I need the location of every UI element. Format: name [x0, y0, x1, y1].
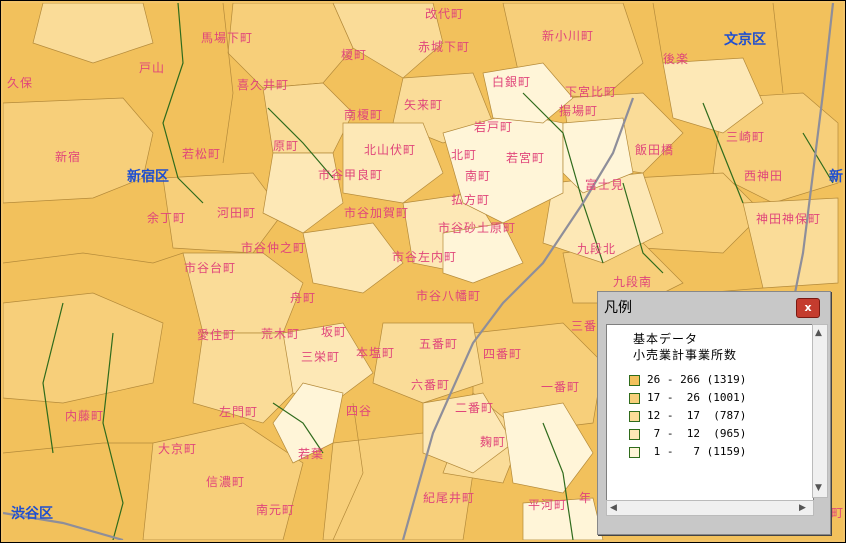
town-label: 南榎町: [344, 108, 384, 122]
town-label: 内藤町: [65, 409, 105, 423]
close-button[interactable]: x: [796, 298, 820, 318]
town-label: 愛住町: [197, 328, 237, 342]
town-label: 大京町: [158, 442, 198, 456]
town-label: 市谷仲之町: [241, 241, 307, 255]
town-label: 坂町: [321, 325, 348, 339]
legend-swatch: [629, 393, 640, 404]
town-label: 平河町: [528, 498, 568, 512]
town-label: 三崎町: [726, 130, 766, 144]
town-label: 飯田橋: [635, 143, 675, 157]
legend-row-label: 7 - 12 (965): [647, 427, 747, 440]
town-label: 改代町: [425, 7, 465, 21]
town-label: 後楽: [663, 52, 690, 66]
legend-panel: 基本データ 小売業計事業所数 26 - 266 (1319) 17 - 26 (…: [606, 324, 814, 516]
town-label: 市谷左内町: [392, 250, 458, 264]
town-label: 二番町: [455, 401, 495, 415]
town-label: 市谷加賀町: [344, 206, 410, 220]
legend-title: 凡例: [604, 300, 632, 316]
town-label: 信濃町: [206, 475, 246, 489]
legend-swatch: [629, 411, 640, 422]
legend-row-label: 17 - 26 (1001): [647, 391, 747, 404]
town-label: 南元町: [256, 503, 296, 517]
ward-label-bunkyo: 文京区: [724, 32, 766, 48]
town-label: 紀尾井町: [423, 491, 476, 505]
legend-swatch: [629, 447, 640, 458]
horizontal-scrollbar[interactable]: ◀ ▶: [606, 500, 814, 516]
town-label: 麹町: [480, 435, 507, 449]
town-label: 白銀町: [492, 75, 532, 89]
town-label: 馬場下町: [201, 31, 254, 45]
town-label: 赤城下町: [418, 40, 471, 54]
town-label: 市谷甲良町: [318, 168, 384, 182]
town-label: 北町: [451, 148, 478, 162]
town-label: 岩戸町: [474, 120, 514, 134]
town-label: 久保: [7, 76, 34, 90]
town-label: 北山伏町: [364, 143, 417, 157]
vertical-scrollbar[interactable]: ▲ ▼: [812, 324, 828, 498]
town-label: 矢来町: [404, 98, 444, 112]
ward-label-edge: 新: [829, 169, 843, 185]
town-label: 四谷: [346, 404, 373, 418]
legend-heading: 基本データ: [633, 332, 699, 346]
town-label: 富士見: [585, 178, 625, 192]
town-label: 九段南: [613, 275, 653, 289]
town-label: 西神田: [744, 169, 784, 183]
town-label: 五番町: [419, 337, 459, 351]
legend-subheading: 小売業計事業所数: [633, 348, 738, 362]
legend-swatch: [629, 429, 640, 440]
town-label: 河田町: [217, 206, 257, 220]
town-label: 荒木町: [261, 327, 301, 341]
town-label: 町: [831, 506, 845, 520]
town-label: 若松町: [182, 147, 222, 161]
town-label: 神田神保町: [756, 212, 822, 226]
town-label: 若宮町: [506, 151, 546, 165]
legend-swatch: [629, 375, 640, 386]
town-label: 喜久井町: [237, 78, 290, 92]
town-label: 市谷八幡町: [416, 289, 482, 303]
legend-row-label: 1 - 7 (1159): [647, 445, 747, 458]
scroll-right-icon[interactable]: ▶: [799, 503, 806, 513]
town-label: 三番: [571, 319, 598, 333]
town-label: 余丁町: [147, 211, 187, 225]
ward-label-shinjuku: 新宿区: [127, 169, 169, 185]
town-label: 南町: [465, 169, 492, 183]
legend-window[interactable]: 凡例 x 基本データ 小売業計事業所数 26 - 266 (1319) 17 -…: [597, 291, 831, 535]
town-label: 市谷砂土原町: [438, 221, 517, 235]
town-label: 六番町: [411, 378, 451, 392]
town-label: 下宮比町: [565, 85, 618, 99]
scroll-left-icon[interactable]: ◀: [610, 503, 617, 513]
town-label: 榎町: [341, 48, 368, 62]
legend-row-label: 12 - 17 (787): [647, 409, 747, 422]
town-label: 市谷台町: [184, 261, 237, 275]
ward-label-shibuya: 渋谷区: [11, 506, 53, 522]
town-label: 舟町: [290, 291, 317, 305]
town-label: 三栄町: [301, 350, 341, 364]
town-label: 新小川町: [542, 29, 595, 43]
legend-row-label: 26 - 266 (1319): [647, 373, 747, 386]
scroll-up-icon[interactable]: ▲: [815, 328, 822, 338]
town-label: 九段北: [577, 242, 617, 256]
town-label: 若葉: [298, 447, 325, 461]
town-label: 新宿: [55, 150, 82, 164]
town-label: 戸山: [139, 61, 166, 75]
town-label: 揚場町: [559, 104, 599, 118]
town-label: 原町: [273, 139, 300, 153]
town-label: 一番町: [541, 380, 581, 394]
town-label: 年: [579, 491, 593, 505]
town-label: 払方町: [451, 193, 491, 207]
town-label: 四番町: [483, 347, 523, 361]
town-label: 左門町: [219, 405, 259, 419]
map-frame: 文京区 新宿区 渋谷区 新 改代町 新小川町 馬場下町 榎町 赤城下町 後楽 戸…: [0, 0, 846, 543]
town-label: 本塩町: [356, 346, 396, 360]
scroll-down-icon[interactable]: ▼: [815, 483, 822, 493]
